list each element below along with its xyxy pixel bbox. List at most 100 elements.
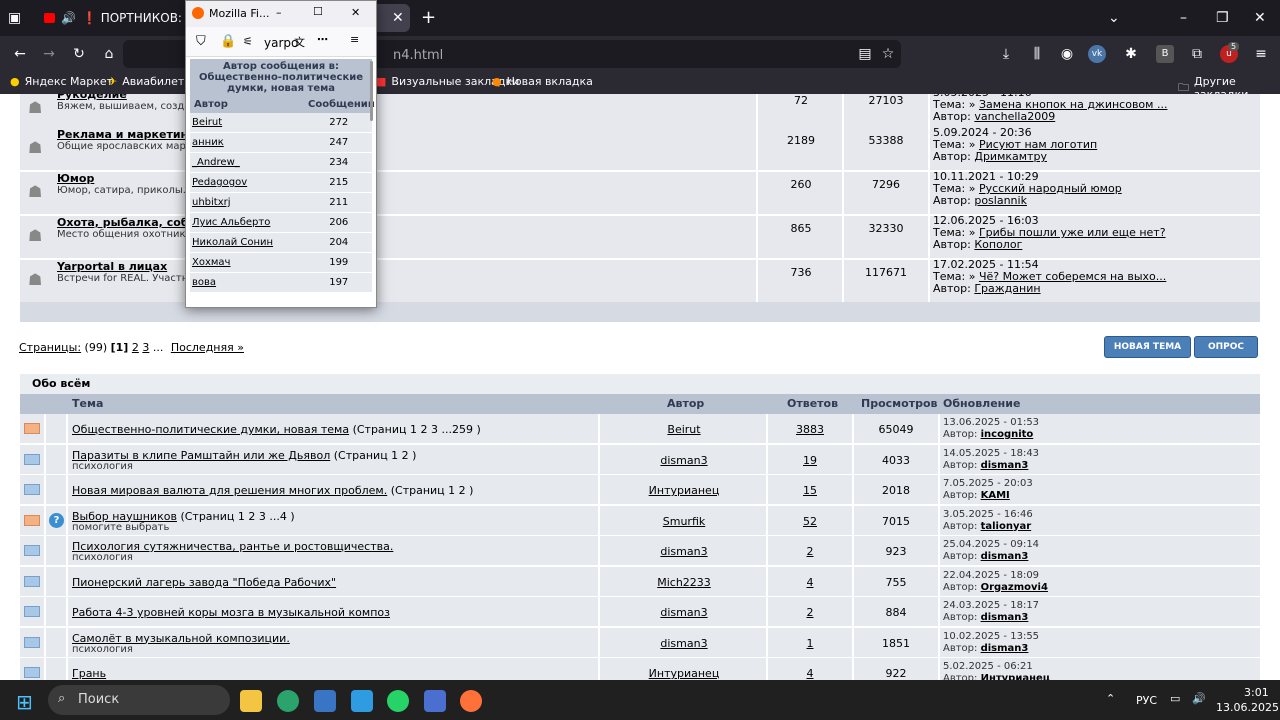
col-replies[interactable]: Ответов: [787, 397, 838, 410]
topic-title[interactable]: Работа 4-3 уровней коры мозга в музыкаль…: [72, 606, 390, 619]
last-post-author[interactable]: Дримкамтру: [974, 150, 1047, 163]
forum-title[interactable]: Рукоделие: [57, 94, 127, 101]
back-icon[interactable]: ←: [11, 45, 29, 63]
monitor-app-icon[interactable]: [314, 690, 336, 712]
topic-pages[interactable]: (Страниц 1 2 ): [391, 484, 474, 497]
library-icon[interactable]: ⫼: [1028, 45, 1046, 63]
popup-author-link[interactable]: Хохмач: [190, 253, 306, 272]
page-link-2[interactable]: 2: [132, 341, 139, 354]
popup-author-link[interactable]: Beirut: [190, 113, 306, 132]
topic-replies[interactable]: 15: [768, 484, 852, 497]
edge-icon[interactable]: [277, 690, 299, 712]
store-icon[interactable]: [351, 690, 373, 712]
minimize-icon[interactable]: –: [1180, 10, 1187, 26]
start-icon[interactable]: ⊞: [16, 690, 33, 714]
firefox-taskbar-icon[interactable]: [460, 690, 482, 712]
vk-icon[interactable]: vk: [1088, 45, 1106, 63]
update-author[interactable]: talionyar: [981, 521, 1032, 532]
popup-author-link[interactable]: Pedagogov: [190, 173, 306, 192]
topic-author[interactable]: Интурианец: [600, 667, 768, 680]
reload-icon[interactable]: ↻: [70, 45, 88, 63]
tray-chevron-icon[interactable]: ⌃: [1106, 692, 1115, 705]
topic-author[interactable]: disman3: [600, 606, 768, 619]
update-author[interactable]: KAMI: [981, 490, 1010, 501]
update-author[interactable]: disman3: [981, 551, 1029, 562]
topic-replies[interactable]: 3883: [768, 423, 852, 436]
b-ext-icon[interactable]: B: [1156, 45, 1174, 63]
forward-icon[interactable]: →: [40, 45, 58, 63]
downloads-icon[interactable]: ⤓: [997, 45, 1015, 63]
topic-title[interactable]: Грань: [72, 667, 106, 680]
forum-title[interactable]: Yarportal в лицах: [57, 260, 167, 273]
topic-author[interactable]: Beirut: [600, 423, 768, 436]
close-icon[interactable]: ✕: [351, 6, 360, 19]
close-tab-icon[interactable]: ✕: [392, 10, 404, 26]
close-window-icon[interactable]: ✕: [1254, 10, 1266, 26]
bookmark-yandex-market[interactable]: ● Яндекс Маркет: [10, 75, 113, 88]
topic-replies[interactable]: 2: [768, 545, 852, 558]
col-topic[interactable]: Тема: [72, 397, 103, 410]
clock-time[interactable]: 3:01: [1244, 686, 1269, 699]
update-author[interactable]: Интурианец: [981, 673, 1051, 680]
save-app-icon[interactable]: [424, 690, 446, 712]
col-author[interactable]: Автор: [667, 397, 704, 410]
popup-author-link[interactable]: uhbitxrj: [190, 193, 306, 212]
extensions-icon[interactable]: ⧉: [1188, 45, 1206, 63]
topic-replies[interactable]: 52: [768, 515, 852, 528]
lock-icon[interactable]: 🔒: [220, 34, 236, 49]
maximize-icon[interactable]: ☐: [313, 5, 323, 18]
topic-author[interactable]: disman3: [600, 545, 768, 558]
whatsapp-icon[interactable]: [387, 690, 409, 712]
topic-author[interactable]: disman3: [600, 454, 768, 467]
browser-tab[interactable]: 🔊 ❗ ПОРТНИКОВ: Трам: [38, 4, 188, 32]
popup-scrollbar[interactable]: [370, 61, 373, 121]
topic-author[interactable]: disman3: [600, 637, 768, 650]
network-icon[interactable]: ▭: [1170, 692, 1180, 705]
popup-author-link[interactable]: Николай Сонин: [190, 233, 306, 252]
tab-overflow-chevron-icon[interactable]: ⌄: [1108, 10, 1120, 26]
bookmark-aviabilety[interactable]: ✈ Авиабилеты: [108, 75, 193, 88]
update-author[interactable]: incognito: [981, 429, 1034, 440]
minimize-icon[interactable]: –: [276, 6, 282, 19]
topic-author[interactable]: Интурианец: [600, 484, 768, 497]
taskbar-search[interactable]: ⌕ Поиск: [48, 685, 230, 715]
popup-author-link[interactable]: вова: [190, 273, 306, 292]
col-views[interactable]: Просмотров: [861, 397, 937, 410]
language-indicator[interactable]: РУС: [1136, 694, 1157, 707]
update-author[interactable]: disman3: [981, 460, 1029, 471]
poll-button[interactable]: ОПРОС: [1194, 336, 1258, 358]
last-post-author[interactable]: vanchella2009: [974, 110, 1055, 123]
forum-title[interactable]: Реклама и маркетинг: [57, 128, 194, 141]
permissions-icon[interactable]: ⚟: [243, 35, 253, 48]
new-topic-button[interactable]: НОВАЯ ТЕМА: [1104, 336, 1191, 358]
menu-icon[interactable]: ≡: [350, 33, 359, 46]
more-icon[interactable]: ⋯: [317, 33, 328, 46]
topic-replies[interactable]: 1: [768, 637, 852, 650]
last-post-author[interactable]: poslannik: [974, 194, 1027, 207]
forum-title[interactable]: Юмор: [57, 172, 94, 185]
forum-title[interactable]: Охота, рыбалка, соби: [57, 216, 196, 229]
clock-date[interactable]: 13.06.2025: [1216, 701, 1279, 714]
pages-label[interactable]: Страницы:: [19, 341, 81, 354]
popup-author-link[interactable]: _Andrew_: [190, 153, 306, 172]
popup-author-link[interactable]: анник: [190, 133, 306, 152]
update-author[interactable]: disman3: [981, 612, 1029, 623]
topic-title[interactable]: Новая мировая валюта для решения многих …: [72, 484, 387, 497]
topic-author[interactable]: Mich2233: [600, 576, 768, 589]
topic-replies[interactable]: 4: [768, 576, 852, 589]
topic-replies[interactable]: 4: [768, 667, 852, 680]
tab-list-icon[interactable]: ▣: [8, 10, 21, 26]
new-tab-icon[interactable]: +: [421, 9, 436, 27]
account-icon[interactable]: ◉: [1058, 45, 1076, 63]
popup-author-link[interactable]: Луис Альберто: [190, 213, 306, 232]
reader-view-icon[interactable]: ▤: [856, 45, 874, 63]
topic-title[interactable]: Пионерский лагерь завода "Победа Рабочих…: [72, 576, 336, 589]
explorer-icon[interactable]: [240, 690, 262, 712]
update-author[interactable]: disman3: [981, 643, 1029, 654]
last-page-link[interactable]: Последняя »: [171, 341, 244, 354]
topic-pages[interactable]: (Страниц 1 2 3 ...4 ): [180, 510, 294, 523]
col-updated[interactable]: Обновление: [943, 397, 1020, 410]
topic-replies[interactable]: 19: [768, 454, 852, 467]
puzzle-ext-icon[interactable]: ✱: [1122, 45, 1140, 63]
bookmark-star-icon[interactable]: ☆: [879, 45, 897, 63]
